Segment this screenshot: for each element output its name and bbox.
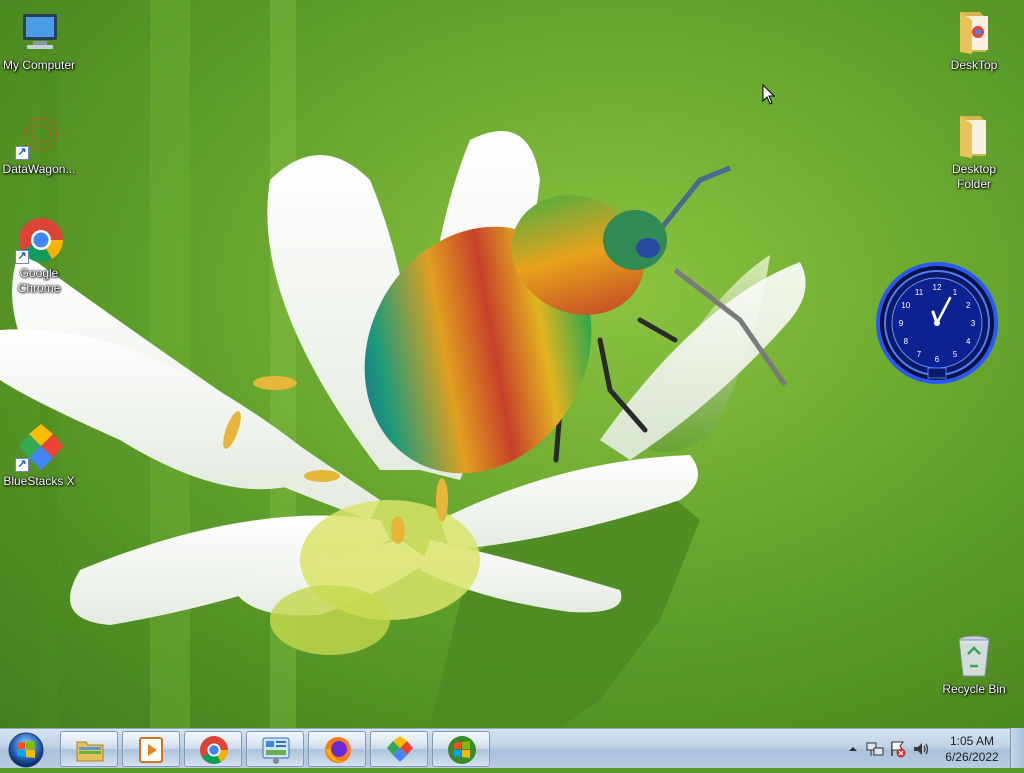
clock-gadget[interactable]: 121234567891011 [876, 262, 998, 384]
desktop-wallpaper [0, 0, 1024, 728]
clock-hour-number: 7 [917, 350, 922, 359]
taskbar-button-windows-update[interactable] [432, 731, 490, 767]
volume-icon[interactable] [912, 740, 930, 758]
desktop-icon-datawagon[interactable]: ↗ DataWagon... [0, 112, 78, 177]
action-center-icon[interactable] [889, 740, 907, 758]
desktop-icon-label: Desktop Folder [951, 162, 997, 191]
taskbar-button-media-player[interactable] [122, 731, 180, 767]
desktop-icon-label: Recycle Bin [942, 682, 1006, 696]
system-tray: 1:05 AM 6/26/2022 [842, 729, 1024, 769]
taskbar: 1:05 AM 6/26/2022 [0, 728, 1024, 768]
datawagon-icon: ↗ [15, 112, 63, 160]
taskbar-button-bluestacks[interactable] [370, 731, 428, 767]
desktop-icon-label: DataWagon... [2, 162, 76, 176]
clock-hour-number: 5 [953, 350, 958, 359]
tray-clock-time[interactable]: 1:05 AM [938, 734, 1006, 748]
recycle-bin-icon [950, 632, 998, 680]
computer-icon [15, 8, 63, 56]
show-hidden-icons-icon[interactable] [844, 740, 862, 758]
chrome-icon: ↗ [15, 216, 63, 264]
desktop-icon-desktop-folder-2[interactable]: Desktop Folder [935, 112, 1013, 192]
firefox-icon [325, 737, 351, 763]
folder-icon [950, 112, 998, 160]
network-icon[interactable] [866, 740, 884, 758]
clock-hour-number: 12 [933, 283, 942, 292]
clock-hour-number: 2 [966, 301, 971, 310]
clock-hour-number: 9 [899, 319, 904, 328]
desktop-icon-label: Google Chrome [17, 266, 61, 295]
clock-hour-number: 10 [901, 301, 910, 310]
clock-hour-number: 3 [971, 319, 976, 328]
shortcut-arrow-icon: ↗ [15, 146, 29, 160]
shortcut-arrow-icon: ↗ [15, 458, 29, 472]
clock-hour-number: 8 [904, 337, 909, 346]
folder-icon [76, 741, 104, 762]
clock-hour-number: 6 [935, 355, 940, 364]
clock-hour-number: 11 [915, 288, 924, 297]
desktop-icon-label: BlueStacks X [3, 474, 75, 488]
tray-clock-date[interactable]: 6/26/2022 [938, 750, 1006, 764]
taskbar-button-control-panel[interactable] [246, 731, 304, 767]
start-button[interactable] [4, 730, 48, 768]
bluestacks-icon: ↗ [15, 424, 63, 472]
desktop-icon-recycle-bin[interactable]: Recycle Bin [935, 632, 1013, 697]
mouse-cursor-icon [762, 84, 776, 105]
control-panel-icon [262, 737, 290, 764]
media-player-icon [139, 737, 163, 763]
taskbar-button-file-explorer[interactable] [60, 731, 118, 767]
desktop-icon-my-computer[interactable]: My Computer [0, 8, 78, 73]
windows-logo-icon [448, 736, 476, 764]
clock-hour-number: 1 [953, 288, 958, 297]
taskbar-button-google-chrome[interactable] [184, 731, 242, 767]
desktop-icon-desktop-folder-1[interactable]: DeskTop [935, 8, 1013, 73]
folder-icon [950, 8, 998, 56]
show-desktop-button[interactable] [1010, 728, 1024, 768]
desktop-icon-label: My Computer [2, 58, 76, 72]
desktop-icon-label: DeskTop [950, 58, 998, 72]
clock-hour-number: 4 [966, 337, 971, 346]
bluestacks-icon [387, 736, 413, 762]
windows-start-icon [8, 732, 44, 768]
desktop-icon-google-chrome[interactable]: ↗ Google Chrome [0, 216, 78, 296]
chrome-icon [200, 736, 228, 764]
taskbar-button-firefox[interactable] [308, 731, 366, 767]
desktop-icon-bluestacks[interactable]: ↗ BlueStacks X [0, 424, 78, 489]
shortcut-arrow-icon: ↗ [15, 250, 29, 264]
